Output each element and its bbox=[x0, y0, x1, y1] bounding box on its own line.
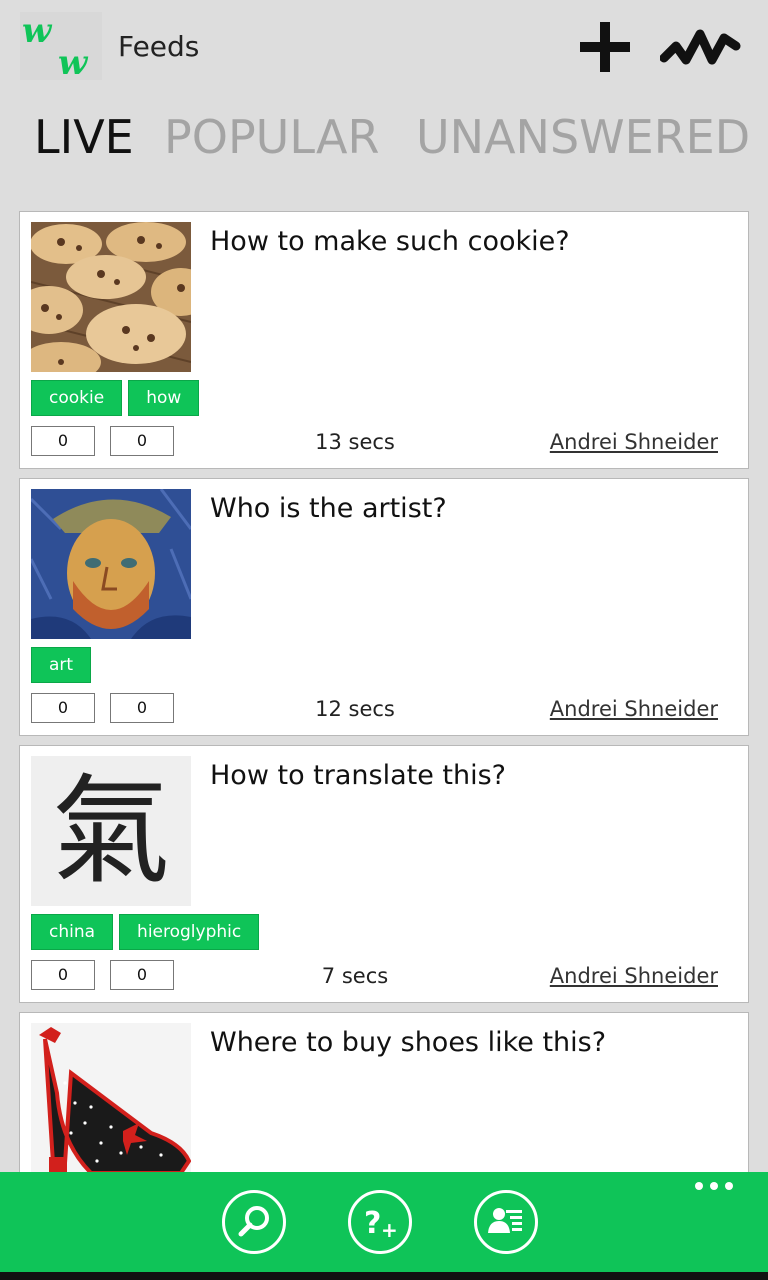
feed-card[interactable]: How to make such cookie? cookie how 0 0 1… bbox=[19, 211, 749, 469]
tag[interactable]: cookie bbox=[31, 380, 123, 416]
svg-text:+: + bbox=[381, 1218, 398, 1242]
svg-text:w: w bbox=[58, 43, 89, 80]
ask-question-button[interactable]: ? + bbox=[348, 1190, 412, 1254]
author-link[interactable]: Andrei Shneider bbox=[550, 697, 718, 721]
profile-button[interactable] bbox=[474, 1190, 538, 1254]
tag-list: art bbox=[31, 647, 97, 683]
tag[interactable]: art bbox=[31, 647, 92, 683]
tab-live[interactable]: LIVE bbox=[34, 110, 134, 164]
question-title[interactable]: How to translate this? bbox=[210, 760, 506, 791]
answer-count[interactable]: 0 bbox=[110, 693, 174, 723]
author-link[interactable]: Andrei Shneider bbox=[550, 964, 718, 988]
app-header: w w Feeds bbox=[0, 0, 768, 100]
ask-question-icon: ? + bbox=[364, 1206, 398, 1242]
page-title: Feeds bbox=[118, 30, 200, 63]
timestamp: 7 secs bbox=[321, 964, 389, 988]
answer-count[interactable]: 0 bbox=[110, 426, 174, 456]
tab-popular[interactable]: POPULAR bbox=[164, 110, 379, 164]
timestamp: 13 secs bbox=[315, 430, 395, 454]
svg-text:?: ? bbox=[364, 1206, 381, 1241]
pivot-tabs: LIVE POPULAR UNANSWERED bbox=[0, 110, 768, 180]
author-link[interactable]: Andrei Shneider bbox=[550, 430, 718, 454]
tag[interactable]: china bbox=[31, 914, 114, 950]
tab-unanswered[interactable]: UNANSWERED bbox=[416, 110, 750, 164]
portrait-painting bbox=[31, 489, 191, 639]
question-title[interactable]: Where to buy shoes like this? bbox=[210, 1027, 606, 1058]
svg-text:w: w bbox=[22, 12, 53, 51]
timestamp: 12 secs bbox=[315, 697, 395, 721]
more-dots-icon[interactable] bbox=[694, 1180, 734, 1192]
profile-icon bbox=[488, 1208, 522, 1233]
pulse-icon[interactable] bbox=[660, 20, 742, 74]
question-title[interactable]: Who is the artist? bbox=[210, 493, 447, 524]
answer-count[interactable]: 0 bbox=[110, 960, 174, 990]
upvote-count[interactable]: 0 bbox=[31, 693, 95, 723]
feed-card[interactable]: 氣 How to translate this? china hieroglyph… bbox=[19, 745, 749, 1003]
tag-list: cookie how bbox=[31, 380, 205, 416]
ww-logo-icon: w w bbox=[20, 12, 102, 80]
app-bar: ? + bbox=[0, 1172, 768, 1272]
tag[interactable]: hieroglyphic bbox=[119, 914, 260, 950]
upvote-count[interactable]: 0 bbox=[31, 426, 95, 456]
search-icon bbox=[238, 1206, 269, 1237]
feed-card[interactable]: Where to buy shoes like this? bbox=[19, 1012, 749, 1173]
chinese-character: 氣 bbox=[31, 756, 191, 906]
question-title[interactable]: How to make such cookie? bbox=[210, 226, 570, 257]
feed-card[interactable]: Who is the artist? art 0 0 12 secs Andre… bbox=[19, 478, 749, 736]
feed-list: How to make such cookie? cookie how 0 0 1… bbox=[19, 211, 749, 1173]
upvote-count[interactable]: 0 bbox=[31, 960, 95, 990]
tag[interactable]: how bbox=[128, 380, 200, 416]
tag-list: china hieroglyphic bbox=[31, 914, 265, 950]
chinese-glyph: 氣 bbox=[51, 762, 170, 900]
search-button[interactable] bbox=[222, 1190, 286, 1254]
red-polka-dot-shoe bbox=[31, 1023, 191, 1173]
cookies-photo bbox=[31, 222, 191, 372]
plus-icon[interactable] bbox=[578, 20, 632, 74]
system-nav-strip bbox=[0, 1272, 768, 1280]
